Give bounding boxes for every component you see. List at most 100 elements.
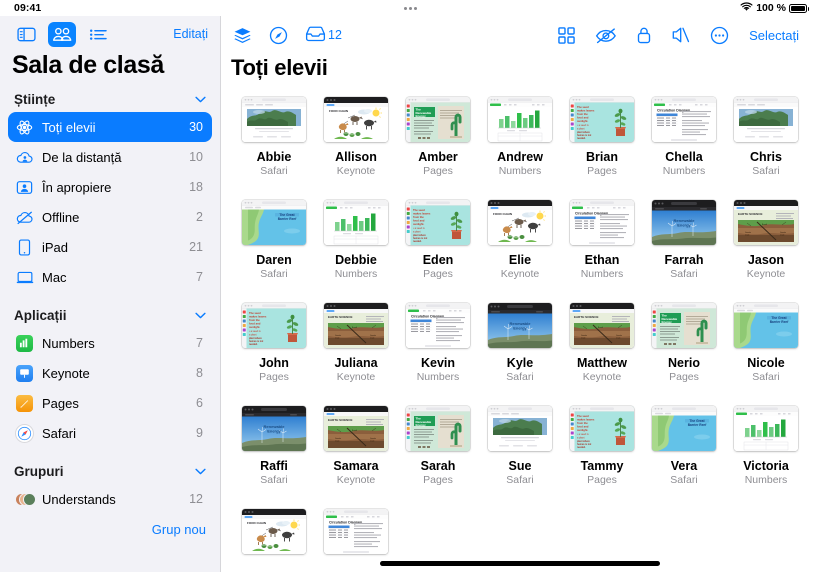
- student-cell[interactable]: The Renewable Energy Sarah Pages: [397, 402, 479, 505]
- student-cell[interactable]: Andrew Numbers: [479, 93, 561, 196]
- student-cell[interactable]: Circulation Diagram Kevin Numbers: [397, 299, 479, 402]
- student-screen-thumbnail[interactable]: EARTH SCIENCE Granite Crust Granite Crust Bas…: [324, 406, 388, 451]
- student-screen-thumbnail[interactable]: The Renewable Energy: [406, 406, 470, 451]
- sidebar-item-offline[interactable]: Offline 2: [8, 202, 212, 232]
- student-screen-thumbnail[interactable]: [324, 200, 388, 245]
- student-current-app: Safari: [670, 474, 698, 486]
- student-screen-thumbnail[interactable]: The seed makes leaves from the food and sunl…: [242, 303, 306, 348]
- student-cell[interactable]: Sue Safari: [479, 402, 561, 505]
- student-screen-thumbnail[interactable]: Circulation Diagram: [570, 200, 634, 245]
- grid-view-icon[interactable]: [558, 26, 575, 44]
- students-grid-container[interactable]: Abbie Safari FOOD CHAIN Allison Keynote The Re…: [221, 81, 819, 572]
- sidebar-item-mac[interactable]: Mac 7: [8, 262, 212, 292]
- student-name: Ethan: [584, 253, 620, 267]
- ipad-classroom-app: 09:41 100 % Editați Sala de clasă Științ…: [0, 0, 819, 572]
- student-screen-thumbnail[interactable]: [488, 406, 552, 451]
- ellipsis-circle-icon[interactable]: [710, 26, 729, 45]
- student-screen-thumbnail[interactable]: FOOD CHAIN: [488, 200, 552, 245]
- home-indicator[interactable]: [380, 561, 660, 566]
- sidebar-item-safari[interactable]: Safari 9: [8, 418, 212, 448]
- sidebar-section-header-aplicatii[interactable]: Aplicații: [0, 304, 220, 327]
- sidebar-item-pages[interactable]: Pages 6: [8, 388, 212, 418]
- student-screen-thumbnail[interactable]: FOOD CHAIN: [242, 509, 306, 554]
- people-view-icon[interactable]: [48, 21, 76, 47]
- lock-icon[interactable]: [637, 26, 651, 44]
- student-screen-thumbnail[interactable]: The Great Barrier Reef: [652, 406, 716, 451]
- student-screen-thumbnail[interactable]: Renewable Energy: [242, 406, 306, 451]
- student-cell[interactable]: The Great Barrier Reef Vera Safari: [643, 402, 725, 505]
- student-name: Daren: [256, 253, 292, 267]
- student-screen-thumbnail[interactable]: [734, 97, 798, 142]
- select-button[interactable]: Selectați: [749, 28, 799, 43]
- student-cell[interactable]: The Great Barrier Reef Nicole Safari: [725, 299, 807, 402]
- student-screen-thumbnail[interactable]: The Renewable Energy: [406, 97, 470, 142]
- student-cell[interactable]: Abbie Safari: [233, 93, 315, 196]
- new-group-button[interactable]: Grup nou: [0, 514, 220, 537]
- student-current-app: Safari: [260, 268, 288, 280]
- sidebar: Editați Sala de clasă Științe Toți elevi…: [0, 16, 221, 572]
- student-screen-thumbnail[interactable]: The seed makes leaves from the food and sunl…: [570, 406, 634, 451]
- student-screen-thumbnail[interactable]: EARTH SCIENCE Granite Crust Granite Crust Bas…: [734, 200, 798, 245]
- student-cell[interactable]: Circulation Diagram Chella Numbers: [643, 93, 725, 196]
- safari-compass-icon[interactable]: [269, 26, 288, 45]
- student-cell[interactable]: EARTH SCIENCE Granite Crust Granite Crust Bas…: [315, 402, 397, 505]
- student-cell[interactable]: The seed makes leaves from the food and sunl…: [561, 402, 643, 505]
- student-cell[interactable]: The Renewable Energy Amber Pages: [397, 93, 479, 196]
- student-cell[interactable]: FOOD CHAIN Allison Keynote: [315, 93, 397, 196]
- student-cell[interactable]: Victoria Numbers: [725, 402, 807, 505]
- student-cell[interactable]: The Great Barrier Reef Daren Safari: [233, 196, 315, 299]
- edit-button[interactable]: Editați: [173, 27, 208, 41]
- student-screen-thumbnail[interactable]: The Renewable Energy: [652, 303, 716, 348]
- student-screen-thumbnail[interactable]: The seed makes leaves from the food and sunl…: [570, 97, 634, 142]
- student-screen-thumbnail[interactable]: Renewable Energy: [488, 303, 552, 348]
- student-cell[interactable]: EARTH SCIENCE Granite Crust Granite Crust Bas…: [561, 299, 643, 402]
- student-screen-thumbnail[interactable]: EARTH SCIENCE Granite Crust Granite Crust Bas…: [570, 303, 634, 348]
- student-cell[interactable]: Renewable Energy Farrah Safari: [643, 196, 725, 299]
- sidebar-item-de-la-distanta[interactable]: De la distanță 10: [8, 142, 212, 172]
- multitasking-handle[interactable]: [124, 6, 697, 10]
- speaker-slash-icon[interactable]: [671, 26, 690, 44]
- student-cell[interactable]: Debbie Numbers: [315, 196, 397, 299]
- svg-text:Barrier Reef: Barrier Reef: [770, 320, 790, 324]
- student-screen-thumbnail[interactable]: The Great Barrier Reef: [242, 200, 306, 245]
- sidebar-toggle-icon[interactable]: [12, 22, 40, 47]
- layers-icon[interactable]: [233, 27, 252, 44]
- sidebar-item-in-apropiere[interactable]: În apropiere 18: [8, 172, 212, 202]
- svg-text:FOOD CHAIN: FOOD CHAIN: [329, 109, 348, 113]
- student-screen-thumbnail[interactable]: The seed makes leaves from the food and sunl…: [406, 200, 470, 245]
- student-screen-thumbnail[interactable]: [242, 97, 306, 142]
- sidebar-item-ipad[interactable]: iPad 21: [8, 232, 212, 262]
- student-screen-thumbnail[interactable]: Circulation Diagram: [406, 303, 470, 348]
- student-screen-thumbnail[interactable]: Renewable Energy: [652, 200, 716, 245]
- sidebar-item-keynote[interactable]: Keynote 8: [8, 358, 212, 388]
- sidebar-item-numbers[interactable]: Numbers 7: [8, 328, 212, 358]
- student-screen-thumbnail[interactable]: [488, 97, 552, 142]
- student-cell[interactable]: Renewable Energy Kyle Safari: [479, 299, 561, 402]
- student-cell[interactable]: Renewable Energy Raffi Safari: [233, 402, 315, 505]
- sidebar-item-label: Offline: [42, 209, 80, 225]
- sidebar-item-toti-elevii[interactable]: Toți elevii 30: [8, 112, 212, 142]
- student-screen-thumbnail[interactable]: [734, 406, 798, 451]
- student-screen-thumbnail[interactable]: Circulation Diagram: [324, 509, 388, 554]
- student-cell[interactable]: EARTH SCIENCE Granite Crust Granite Crust Bas…: [315, 299, 397, 402]
- sidebar-section-header-stiinte[interactable]: Științe: [0, 88, 220, 111]
- shared-files-button[interactable]: 12: [305, 25, 342, 45]
- sidebar-section-header-grupuri[interactable]: Grupuri: [0, 460, 220, 483]
- svg-text:The seed: The seed: [413, 208, 425, 212]
- sidebar-item-understands[interactable]: Understands 12: [8, 484, 212, 514]
- student-cell[interactable]: FOOD CHAIN Elie Keynote: [479, 196, 561, 299]
- student-cell[interactable]: Circulation Diagram Ethan Numbers: [561, 196, 643, 299]
- student-cell[interactable]: The seed makes leaves from the food and sunl…: [397, 196, 479, 299]
- eye-slash-icon[interactable]: [595, 27, 617, 44]
- student-cell[interactable]: EARTH SCIENCE Granite Crust Granite Crust Bas…: [725, 196, 807, 299]
- student-cell[interactable]: Chris Safari: [725, 93, 807, 196]
- student-screen-thumbnail[interactable]: FOOD CHAIN: [324, 97, 388, 142]
- atom-icon: [15, 118, 34, 137]
- list-view-icon[interactable]: [84, 22, 112, 47]
- student-cell[interactable]: The seed makes leaves from the food and sunl…: [233, 299, 315, 402]
- student-screen-thumbnail[interactable]: EARTH SCIENCE Granite Crust Granite Crust Bas…: [324, 303, 388, 348]
- student-cell[interactable]: The Renewable Energy Nerio Pages: [643, 299, 725, 402]
- student-cell[interactable]: The seed makes leaves from the food and sunl…: [561, 93, 643, 196]
- student-screen-thumbnail[interactable]: Circulation Diagram: [652, 97, 716, 142]
- student-screen-thumbnail[interactable]: The Great Barrier Reef: [734, 303, 798, 348]
